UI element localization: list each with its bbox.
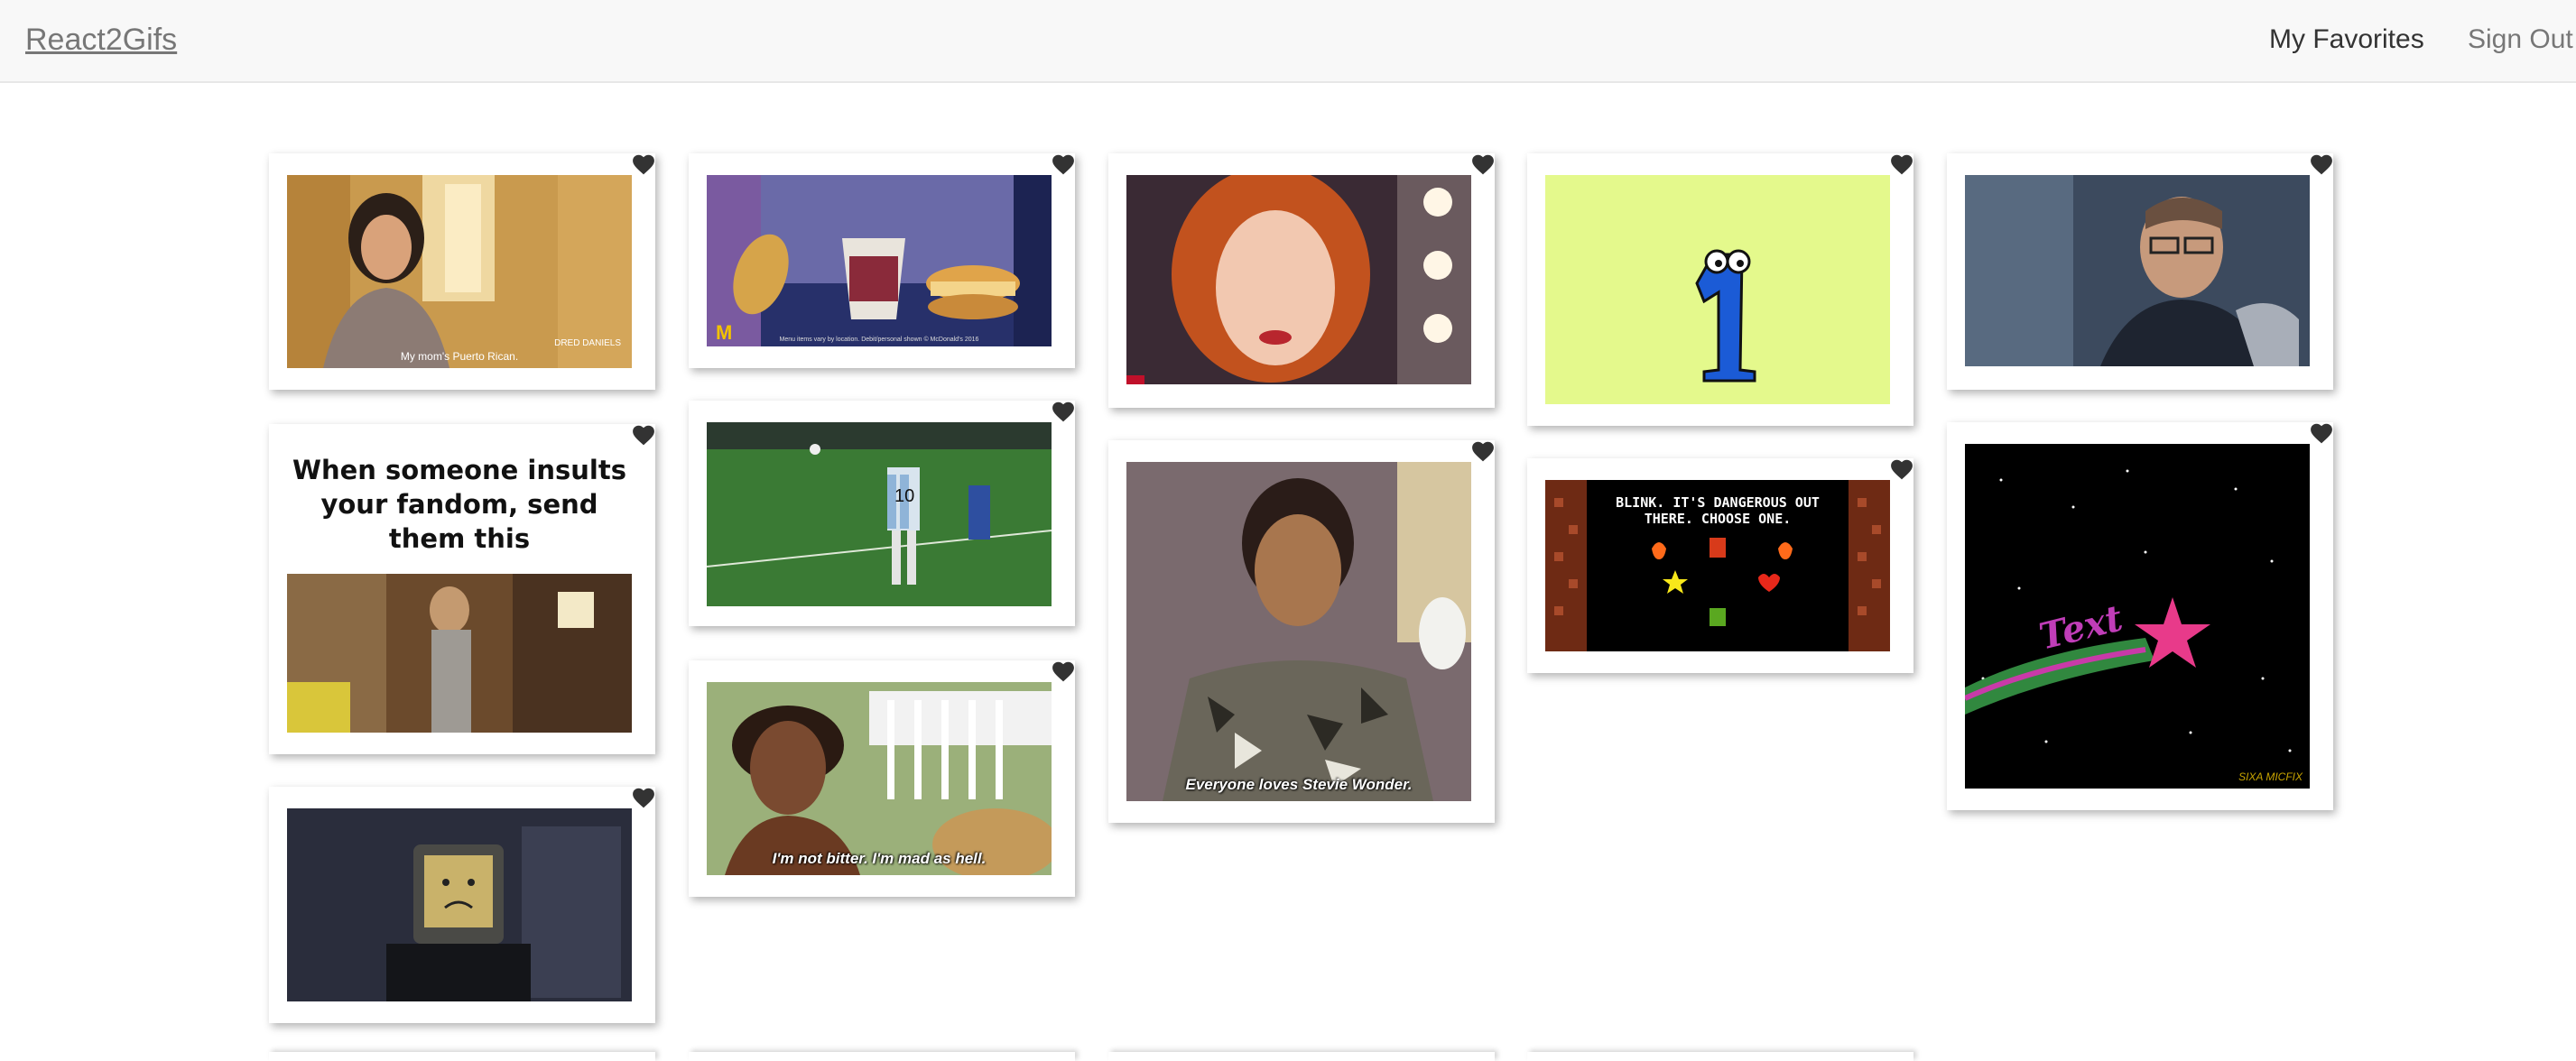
- meme-title: When someone insults your fandom, send t…: [292, 455, 626, 554]
- gif-card: DRED DANIELS My mom's Puerto Rican.: [269, 153, 655, 390]
- gif-card-partial: [689, 1052, 1075, 1061]
- jersey-number: 10: [894, 486, 914, 506]
- gif-image[interactable]: [287, 808, 632, 1001]
- heart-icon[interactable]: [2310, 153, 2333, 175]
- gif-image[interactable]: Everyone loves Stevie Wonder.: [1126, 462, 1471, 801]
- gif-subtitle: My mom's Puerto Rican.: [400, 350, 519, 363]
- gif-card: Text SIXA MICFIX: [1947, 422, 2333, 810]
- heart-icon[interactable]: [1471, 153, 1495, 175]
- gif-image[interactable]: 10: [707, 422, 1052, 606]
- gif-card-partial: [269, 1052, 655, 1061]
- heart-icon[interactable]: [632, 424, 655, 446]
- my-favorites-link[interactable]: My Favorites: [2269, 0, 2424, 79]
- gif-card: 10: [689, 401, 1075, 626]
- heart-icon[interactable]: [1890, 153, 1913, 175]
- gif-game-text: BLINK. IT'S DANGEROUS OUT THERE. CHOOSE …: [1616, 494, 1820, 527]
- gif-card: I'm not bitter. I'm mad as hell.: [689, 660, 1075, 897]
- heart-icon[interactable]: [1890, 458, 1913, 480]
- gif-card-partial: [1108, 1052, 1495, 1061]
- gif-watermark: SIXA MICFIX: [2238, 770, 2303, 783]
- gif-card: When someone insults your fandom, send t…: [269, 424, 655, 754]
- heart-icon[interactable]: [632, 153, 655, 175]
- gif-image[interactable]: [1545, 175, 1890, 404]
- gif-image[interactable]: [287, 574, 632, 733]
- brand-link[interactable]: React2Gifs: [25, 0, 177, 79]
- gif-caption: I'm not bitter. I'm mad as hell.: [772, 850, 987, 867]
- gif-card: Everyone loves Stevie Wonder.: [1108, 440, 1495, 823]
- heart-icon[interactable]: [2310, 422, 2333, 444]
- gif-image[interactable]: BLINK. IT'S DANGEROUS OUT THERE. CHOOSE …: [1545, 480, 1890, 651]
- sign-out-link[interactable]: Sign Out: [2468, 0, 2573, 79]
- gif-card: [1947, 153, 2333, 390]
- heart-icon[interactable]: [1052, 660, 1075, 682]
- gif-card: [1108, 153, 1495, 408]
- heart-icon[interactable]: [1052, 153, 1075, 175]
- gif-card: M Menu items vary by location. Debit/per…: [689, 153, 1075, 368]
- gif-card-partial: [1527, 1052, 1913, 1061]
- gif-caption: Everyone loves Stevie Wonder.: [1185, 776, 1413, 793]
- gif-fine-print: Menu items vary by location. Debit/perso…: [779, 337, 979, 343]
- gif-image[interactable]: Text SIXA MICFIX: [1965, 444, 2310, 789]
- gif-image[interactable]: [1126, 175, 1471, 384]
- gif-image[interactable]: [1965, 175, 2310, 366]
- gif-image[interactable]: I'm not bitter. I'm mad as hell.: [707, 682, 1052, 875]
- gif-image[interactable]: DRED DANIELS My mom's Puerto Rican.: [287, 175, 632, 368]
- gif-card: [1527, 153, 1913, 426]
- heart-icon[interactable]: [632, 787, 655, 808]
- gif-card: [269, 787, 655, 1023]
- navbar: React2Gifs My Favorites Sign Out: [0, 0, 2576, 83]
- gif-subtitle-small: DRED DANIELS: [554, 338, 621, 348]
- heart-icon[interactable]: [1471, 440, 1495, 462]
- gif-image[interactable]: M Menu items vary by location. Debit/per…: [707, 175, 1052, 346]
- heart-icon[interactable]: [1052, 401, 1075, 422]
- gif-card: BLINK. IT'S DANGEROUS OUT THERE. CHOOSE …: [1527, 458, 1913, 673]
